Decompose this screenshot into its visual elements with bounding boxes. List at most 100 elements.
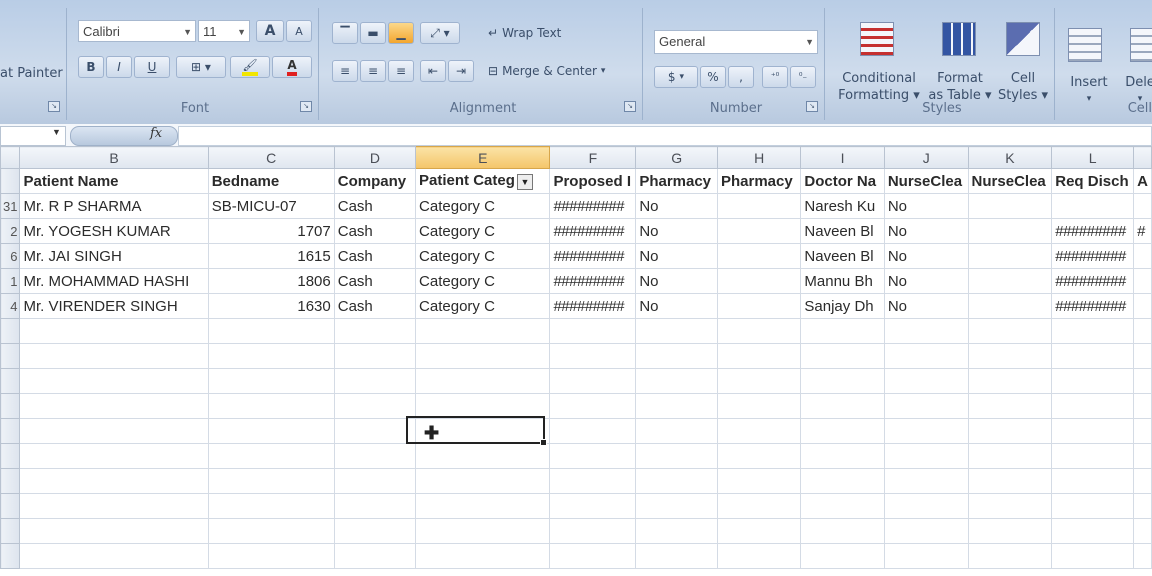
empty-cell[interactable] [1051, 418, 1135, 444]
column-header[interactable]: J [883, 146, 969, 169]
cell-req[interactable]: ######### [1051, 218, 1135, 244]
empty-cell[interactable] [207, 368, 335, 394]
empty-cell[interactable] [1051, 443, 1135, 469]
cell-proposed[interactable]: ######### [549, 243, 637, 269]
underline-button[interactable]: U [134, 56, 170, 78]
empty-cell[interactable] [207, 343, 335, 369]
cell-name[interactable]: Mr. YOGESH KUMAR [19, 218, 209, 244]
cell-nurse2[interactable] [967, 243, 1053, 269]
row-header[interactable]: 1 [0, 268, 21, 294]
header-cell[interactable]: Patient Name [19, 168, 209, 194]
empty-cell[interactable] [19, 393, 209, 419]
empty-cell[interactable] [1133, 493, 1152, 519]
empty-cell[interactable] [207, 468, 335, 494]
empty-cell[interactable] [883, 343, 969, 369]
empty-cell[interactable] [635, 518, 718, 544]
column-header[interactable]: K [967, 146, 1053, 169]
decrease-indent-button[interactable]: ⇤ [420, 60, 446, 82]
format-as-table-icon[interactable] [942, 22, 976, 56]
cell-doctor[interactable]: Sanjay Dh [800, 293, 885, 319]
delete-cells-icon[interactable] [1130, 28, 1152, 62]
cell-company[interactable]: Cash [333, 293, 417, 319]
empty-cell[interactable] [333, 443, 417, 469]
empty-cell[interactable] [549, 518, 637, 544]
cell-a[interactable] [1133, 293, 1152, 319]
empty-cell[interactable] [415, 543, 551, 569]
cell-req[interactable] [1051, 193, 1135, 219]
orientation-button[interactable]: ⤢ ▾ [420, 22, 460, 44]
empty-cell[interactable] [800, 518, 885, 544]
cell-pharmacy[interactable]: No [635, 193, 718, 219]
empty-cell[interactable] [716, 493, 802, 519]
empty-cell[interactable] [800, 418, 885, 444]
empty-cell[interactable] [207, 443, 335, 469]
cell-bed[interactable]: 1806 [207, 268, 335, 294]
empty-cell[interactable] [635, 393, 718, 419]
cell-company[interactable]: Cash [333, 268, 417, 294]
empty-cell[interactable] [549, 318, 637, 344]
align-left-button[interactable]: ≡ [332, 60, 358, 82]
align-top-button[interactable]: ▔ [332, 22, 358, 44]
number-format-select[interactable]: General ▼ [654, 30, 818, 54]
empty-cell[interactable] [967, 518, 1053, 544]
empty-cell[interactable] [549, 493, 637, 519]
cell-bed[interactable]: 1615 [207, 243, 335, 269]
worksheet[interactable]: B C D E F G H I J K L Patient Name Bedna… [0, 146, 1152, 576]
row-header[interactable] [0, 393, 21, 419]
cell-nurse1[interactable]: No [883, 268, 969, 294]
format-painter-button[interactable]: at Painter [0, 66, 63, 81]
row-header[interactable] [0, 493, 21, 519]
empty-cell[interactable] [800, 468, 885, 494]
empty-cell[interactable] [716, 368, 802, 394]
cell-category[interactable]: Category C [415, 268, 551, 294]
empty-cell[interactable] [883, 518, 969, 544]
empty-cell[interactable] [333, 468, 417, 494]
insert-cells-icon[interactable] [1068, 28, 1102, 62]
cell-a[interactable] [1133, 268, 1152, 294]
empty-cell[interactable] [415, 368, 551, 394]
empty-cell[interactable] [333, 543, 417, 569]
header-cell[interactable]: NurseClea [883, 168, 969, 194]
header-cell[interactable]: Patient Categ ▼ [415, 168, 551, 194]
row-header[interactable] [0, 443, 21, 469]
row-header[interactable] [0, 168, 21, 194]
fill-color-button[interactable]: 🖌 [230, 56, 270, 78]
cell-styles-button[interactable]: Cell Styles ▾ [994, 70, 1052, 104]
empty-cell[interactable] [549, 368, 637, 394]
font-name-select[interactable]: Calibri ▼ [78, 20, 196, 42]
cell-proposed[interactable]: ######### [549, 193, 637, 219]
cell-a[interactable]: # [1133, 218, 1152, 244]
empty-cell[interactable] [967, 418, 1053, 444]
cell-doctor[interactable]: Naresh Ku [800, 193, 885, 219]
grow-font-button[interactable]: A [256, 20, 284, 42]
insert-function-button[interactable]: fx [150, 126, 162, 141]
row-header[interactable] [0, 418, 21, 444]
cell-proposed[interactable]: ######### [549, 293, 637, 319]
cell-proposed[interactable]: ######### [549, 218, 637, 244]
empty-cell[interactable] [716, 343, 802, 369]
row-header[interactable] [0, 318, 21, 344]
column-header[interactable]: G [635, 146, 718, 169]
cell-name[interactable]: Mr. VIRENDER SINGH [19, 293, 209, 319]
cell-nurse1[interactable]: No [883, 293, 969, 319]
row-header[interactable] [0, 468, 21, 494]
column-header[interactable]: H [716, 146, 802, 169]
empty-cell[interactable] [883, 393, 969, 419]
empty-cell[interactable] [1133, 393, 1152, 419]
empty-cell[interactable] [883, 543, 969, 569]
cell-bed[interactable]: 1630 [207, 293, 335, 319]
align-middle-button[interactable]: ▬ [360, 22, 386, 44]
empty-cell[interactable] [967, 543, 1053, 569]
align-bottom-button[interactable]: ▁ [388, 22, 414, 44]
increase-decimal-button[interactable]: ⁺⁰ [762, 66, 788, 88]
empty-cell[interactable] [415, 468, 551, 494]
header-cell[interactable]: Company [333, 168, 417, 194]
empty-cell[interactable] [635, 418, 718, 444]
empty-cell[interactable] [415, 443, 551, 469]
increase-indent-button[interactable]: ⇥ [448, 60, 474, 82]
cell-bed[interactable]: SB-MICU-07 [207, 193, 335, 219]
empty-cell[interactable] [883, 368, 969, 394]
empty-cell[interactable] [333, 418, 417, 444]
empty-cell[interactable] [883, 318, 969, 344]
cell-name[interactable]: Mr. R P SHARMA [19, 193, 209, 219]
